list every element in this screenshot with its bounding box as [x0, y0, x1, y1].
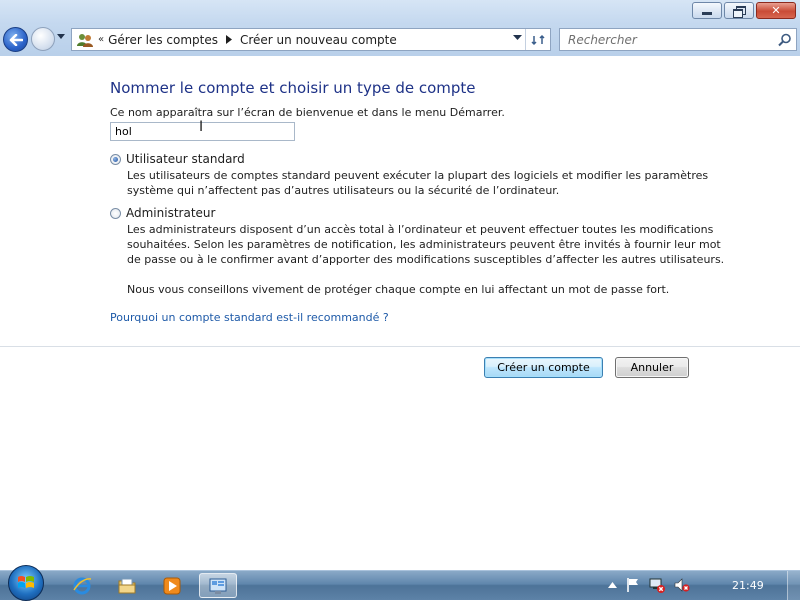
standard-user-label[interactable]: Utilisateur standard [126, 152, 245, 166]
description-line [127, 267, 724, 282]
taskbar-control-panel[interactable] [199, 573, 237, 598]
show-desktop-button[interactable] [787, 571, 800, 600]
why-standard-account-link[interactable]: Pourquoi un compte standard est-il recom… [110, 311, 389, 324]
volume-button[interactable] [674, 577, 690, 593]
windows-explorer-icon [118, 578, 136, 593]
breadcrumb-create-account[interactable]: Créer un nouveau compte [240, 33, 397, 47]
breadcrumb-overflow-icon[interactable]: « [98, 34, 104, 45]
breadcrumb-chevron-icon[interactable] [225, 35, 232, 44]
flag-icon [627, 578, 638, 592]
search-box[interactable] [559, 28, 797, 51]
navigation-bar: « Gérer les comptes Créer un nouveau com… [0, 24, 800, 56]
content-area: Nommer le compte et choisir un type de c… [0, 56, 800, 570]
cancel-button[interactable]: Annuler [615, 357, 689, 378]
start-button[interactable] [8, 565, 44, 601]
administrator-option[interactable]: Administrateur [110, 206, 215, 220]
close-icon: ✕ [771, 4, 781, 17]
minimize-button[interactable] [692, 2, 722, 19]
description-line: Nous vous conseillons vivement de protég… [127, 283, 670, 296]
maximize-button[interactable] [724, 2, 754, 19]
taskbar: 21:49 [0, 565, 800, 601]
radio-selected-dot [113, 156, 118, 162]
window-caption-buttons: ✕ [690, 2, 796, 19]
description-line: Les utilisateurs de comptes standard peu… [127, 169, 709, 182]
action-center-button[interactable] [626, 577, 640, 593]
administrator-description: Les administrateurs disposent d’un accès… [127, 222, 724, 297]
network-button[interactable] [649, 577, 665, 593]
taskbar-media-player[interactable] [153, 573, 191, 598]
description-line: Les administrateurs disposent d’un accès… [127, 223, 714, 236]
standard-user-option[interactable]: Utilisateur standard [110, 152, 245, 166]
notification-area [608, 577, 699, 593]
administrator-label[interactable]: Administrateur [126, 206, 215, 220]
media-player-icon [163, 577, 181, 594]
refresh-icon [531, 34, 545, 45]
page-title: Nommer le compte et choisir un type de c… [110, 79, 476, 97]
windows-logo-icon [18, 576, 34, 588]
separator [0, 346, 800, 347]
breadcrumb-manage-accounts[interactable]: Gérer les comptes [108, 33, 218, 47]
create-account-button[interactable]: Créer un compte [484, 357, 603, 378]
chevron-up-icon [608, 582, 617, 588]
description-line: de passe ou à le confirmer avant d’appor… [127, 253, 725, 266]
administrator-radio[interactable] [110, 207, 121, 219]
back-arrow-icon [9, 33, 23, 46]
standard-user-radio[interactable] [110, 153, 121, 165]
address-dropdown-icon[interactable] [513, 35, 522, 41]
account-name-description: Ce nom apparaîtra sur l’écran de bienven… [110, 106, 505, 119]
text-cursor-icon: I [199, 119, 204, 135]
clock[interactable]: 21:49 [732, 579, 764, 592]
network-disconnected-icon [649, 578, 665, 593]
control-panel-icon [209, 578, 227, 594]
taskbar-internet-explorer[interactable] [63, 573, 101, 598]
description-line: système qui n’affectent pas d’autres uti… [127, 184, 560, 197]
show-hidden-icons-button[interactable] [608, 582, 617, 588]
internet-explorer-icon [73, 577, 92, 594]
recent-pages-dropdown-icon[interactable] [57, 34, 65, 40]
volume-muted-icon [674, 578, 690, 592]
minimize-icon [702, 12, 712, 15]
close-button[interactable]: ✕ [756, 2, 796, 19]
forward-button[interactable] [31, 27, 55, 51]
refresh-button[interactable] [525, 29, 550, 50]
taskbar-windows-explorer[interactable] [108, 573, 146, 598]
user-accounts-icon [77, 33, 93, 47]
back-button[interactable] [3, 27, 28, 52]
standard-user-description: Les utilisateurs de comptes standard peu… [127, 168, 708, 198]
restore-icon [733, 5, 746, 18]
description-line: souhaitées. Selon les paramètres de noti… [127, 238, 721, 251]
window-title-bar: ✕ [0, 0, 800, 24]
search-icon[interactable] [778, 33, 792, 47]
address-bar[interactable]: « Gérer les comptes Créer un nouveau com… [71, 28, 551, 51]
search-input[interactable] [566, 32, 770, 48]
